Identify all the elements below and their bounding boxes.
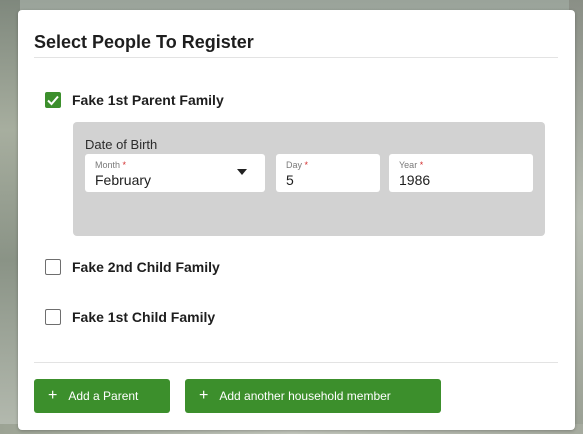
person-name: Fake 2nd Child Family	[72, 259, 220, 275]
dialog-title: Select People To Register	[34, 32, 254, 52]
add-parent-label: Add a Parent	[68, 389, 139, 403]
required-marker: *	[122, 160, 127, 170]
checkbox-person-2[interactable]	[45, 259, 61, 275]
add-member-label: Add another household member	[219, 389, 391, 403]
dob-label: Date of Birth	[85, 137, 158, 152]
year-value: 1986	[399, 172, 431, 188]
person-row-1[interactable]: Fake 1st Parent Family	[45, 92, 224, 108]
background-left	[0, 0, 20, 434]
month-select[interactable]: Month * February	[85, 154, 265, 192]
plus-icon: +	[199, 387, 209, 404]
register-dialog: Select People To Register Fake 1st Paren…	[18, 10, 575, 430]
checkbox-person-3[interactable]	[45, 309, 61, 325]
checkbox-person-1[interactable]	[45, 92, 61, 108]
month-value: February	[95, 172, 152, 188]
required-marker: *	[419, 160, 424, 170]
divider	[34, 57, 558, 58]
person-row-3[interactable]: Fake 1st Child Family	[45, 309, 215, 325]
year-label: Year *	[399, 160, 424, 170]
add-household-member-button[interactable]: + Add another household member	[185, 379, 441, 413]
chevron-down-icon[interactable]	[237, 169, 247, 175]
day-field[interactable]: Day * 5	[276, 154, 380, 192]
person-row-2[interactable]: Fake 2nd Child Family	[45, 259, 220, 275]
year-field[interactable]: Year * 1986	[389, 154, 533, 192]
person-name: Fake 1st Parent Family	[72, 92, 224, 108]
month-label: Month *	[95, 160, 127, 170]
dob-panel: Date of Birth Month * February Day * 5 Y…	[73, 122, 545, 236]
day-value: 5	[286, 172, 294, 188]
add-parent-button[interactable]: + Add a Parent	[34, 379, 170, 413]
day-label: Day *	[286, 160, 309, 170]
checkmark-icon	[47, 95, 59, 106]
person-name: Fake 1st Child Family	[72, 309, 216, 325]
divider	[34, 362, 558, 363]
plus-icon: +	[48, 387, 58, 404]
required-marker: *	[304, 160, 309, 170]
